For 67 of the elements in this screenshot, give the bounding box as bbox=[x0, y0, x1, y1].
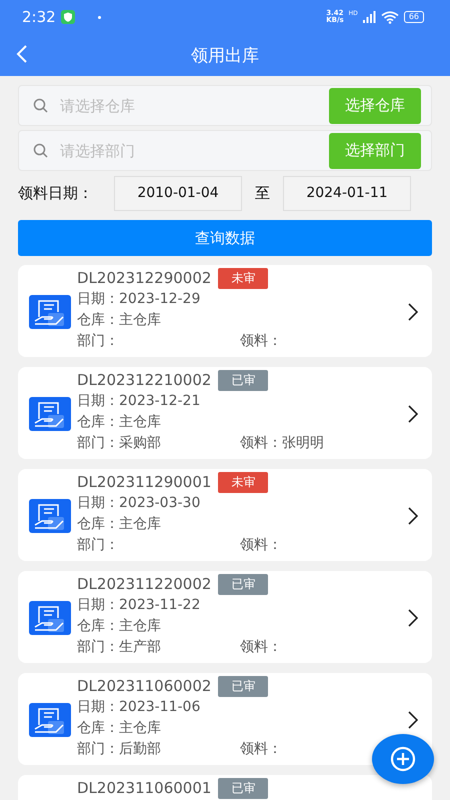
record-department: 部门：生产部 bbox=[77, 638, 162, 657]
record-receiver: 领料： bbox=[240, 536, 282, 555]
signal-icon bbox=[362, 11, 376, 23]
record-card[interactable]: DL202311290001 未审 日期：2023-03-30 仓库：主仓库 部门： 领料： bbox=[18, 469, 432, 561]
record-date: 日期：2023-12-21 bbox=[77, 392, 202, 411]
end-date-field[interactable]: 2024-01-11 bbox=[283, 176, 411, 210]
record-card[interactable]: DL202311220002 已审 日期：2023-11-22 仓库：主仓库 部门：生产部 领料： bbox=[18, 571, 432, 663]
status-badge: 已审 bbox=[218, 574, 268, 594]
record-receiver: 领料： bbox=[240, 332, 282, 351]
chevron-right-icon bbox=[408, 303, 418, 321]
record-card[interactable]: DL202311060002 已审 日期：2023-11-06 仓库：主仓库 部门：后勤部 领料： bbox=[18, 673, 432, 765]
record-number: DL202311220002 bbox=[77, 575, 212, 593]
record-card[interactable]: DL202312290002 未审 日期：2023-12-29 仓库：主仓库 部门： 领料： bbox=[18, 265, 432, 357]
document-hand-icon bbox=[29, 601, 71, 635]
record-warehouse: 仓库：主仓库 bbox=[77, 515, 162, 534]
chevron-right-icon bbox=[408, 609, 418, 627]
status-time: 2:32 bbox=[22, 8, 56, 26]
record-number: DL202311060001 bbox=[77, 779, 212, 797]
notification-dot-icon bbox=[98, 16, 101, 18]
record-number: DL202312290002 bbox=[77, 269, 212, 287]
record-warehouse: 仓库：主仓库 bbox=[77, 617, 162, 636]
record-receiver: 领料：张明明 bbox=[240, 434, 324, 453]
document-hand-icon bbox=[29, 499, 71, 533]
shield-icon bbox=[60, 10, 75, 24]
document-hand-icon bbox=[29, 703, 71, 737]
record-warehouse: 仓库：主仓库 bbox=[77, 413, 162, 432]
status-badge: 未审 bbox=[218, 472, 268, 492]
document-hand-icon bbox=[29, 397, 71, 431]
record-department: 部门：采购部 bbox=[77, 434, 162, 453]
search-field[interactable]: 请选择部门 bbox=[58, 140, 262, 160]
record-warehouse: 仓库：主仓库 bbox=[77, 719, 162, 738]
wifi-icon bbox=[380, 10, 399, 24]
record-date: 日期：2023-03-30 bbox=[77, 494, 202, 513]
record-department: 部门： bbox=[77, 536, 120, 555]
document-hand-icon bbox=[29, 295, 71, 329]
record-number: DL202312210002 bbox=[77, 371, 212, 389]
date-separator: 至 bbox=[254, 184, 271, 202]
page-title: 领用出库 bbox=[191, 44, 259, 66]
battery-level: 66 bbox=[404, 11, 424, 23]
search-icon bbox=[33, 98, 48, 113]
plus-circle-icon bbox=[390, 746, 416, 772]
search-icon bbox=[33, 143, 48, 158]
chevron-right-icon bbox=[408, 507, 418, 525]
record-number: DL202311060002 bbox=[77, 677, 212, 695]
record-receiver: 领料： bbox=[240, 638, 282, 657]
record-card[interactable]: DL202312210002 已审 日期：2023-12-21 仓库：主仓库 部门：采购部 领料：张明明 bbox=[18, 367, 432, 459]
search-field[interactable]: 请选择仓库 bbox=[58, 96, 262, 116]
record-date: 日期：2023-12-29 bbox=[77, 290, 202, 309]
status-badge: 未审 bbox=[218, 268, 268, 288]
record-card[interactable]: DL202311060001 已审 bbox=[18, 775, 432, 800]
status-badge: 已审 bbox=[218, 370, 268, 390]
record-date: 日期：2023-11-06 bbox=[77, 698, 202, 717]
chevron-right-icon bbox=[408, 405, 418, 423]
record-receiver: 领料： bbox=[240, 740, 282, 759]
record-department: 部门： bbox=[77, 332, 120, 351]
back-button[interactable] bbox=[16, 44, 28, 64]
record-warehouse: 仓库：主仓库 bbox=[77, 311, 162, 330]
status-badge: 已审 bbox=[218, 778, 268, 798]
status-badge: 已审 bbox=[218, 676, 268, 696]
back-icon bbox=[16, 44, 28, 64]
date-label: 领料日期： bbox=[18, 184, 94, 202]
chevron-right-icon bbox=[408, 711, 418, 729]
record-date: 日期：2023-11-22 bbox=[77, 596, 202, 615]
start-date-field[interactable]: 2010-01-04 bbox=[114, 176, 242, 210]
record-department: 部门：后勤部 bbox=[77, 740, 162, 759]
record-number: DL202311290001 bbox=[77, 473, 212, 491]
query-button[interactable]: 查询数据 bbox=[18, 220, 432, 256]
